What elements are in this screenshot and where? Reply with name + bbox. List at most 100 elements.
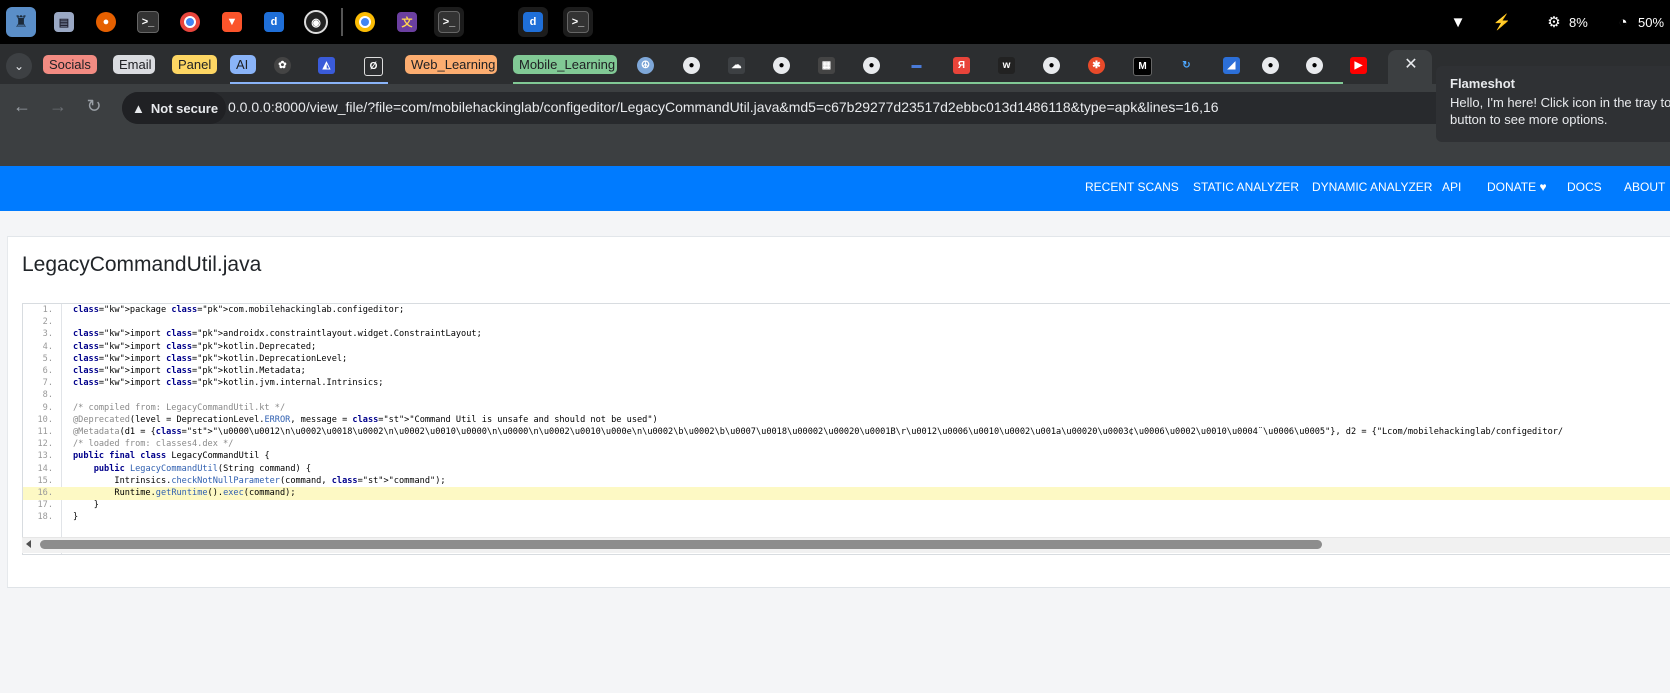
code-text: class="kw">import class="pk">kotlin.Meta… <box>73 366 306 376</box>
launcher-icon[interactable]: ♜ <box>6 7 36 37</box>
cpu-icon: ⚙ <box>1547 14 1561 31</box>
scrollbar-thumb[interactable] <box>40 540 1322 549</box>
git-site-icon[interactable]: ✱ <box>1088 57 1105 74</box>
terminal-icon[interactable]: >_ <box>434 7 464 37</box>
notes-site-icon[interactable]: ▦ <box>818 57 835 74</box>
url-text[interactable]: 0.0.0.0:8000/view_file/?file=com/mobileh… <box>228 99 1219 115</box>
wifi-indicator[interactable]: ▼ <box>1449 0 1473 44</box>
peace-site-icon[interactable]: ☮ <box>637 57 654 74</box>
tab-group-socials[interactable]: Socials <box>43 55 97 74</box>
yandex-icon[interactable]: Я <box>953 57 970 74</box>
chrome-icon[interactable] <box>350 7 380 37</box>
line-number: 11. <box>37 427 53 437</box>
chrome-icon[interactable] <box>175 7 205 37</box>
line-number: 4. <box>42 341 53 352</box>
nav-static-analyzer[interactable]: STATIC ANALYZER <box>1193 180 1299 194</box>
azure-icon[interactable]: ◢ <box>1223 57 1240 74</box>
files-icon[interactable]: ▤ <box>49 7 79 37</box>
code-line: 8. <box>23 389 1670 402</box>
flameshot-notification[interactable]: Flameshot Hello, I'm here! Click icon in… <box>1436 66 1670 142</box>
tab-group-panel[interactable]: Panel <box>172 55 217 74</box>
github-icon[interactable]: ● <box>1262 57 1279 74</box>
code-text: Runtime.getRuntime().exec(command); <box>73 488 296 498</box>
nav-api[interactable]: API <box>1442 180 1461 194</box>
line-number: 18. <box>37 512 53 523</box>
battery-level: 50% <box>1638 14 1665 30</box>
tray-app-indicator[interactable]: ⚡ <box>1493 0 1517 44</box>
jadx-icon[interactable]: d <box>518 7 548 37</box>
code-text: public LegacyCommandUtil(String command)… <box>93 463 312 474</box>
code-line: 9. /* compiled from: LegacyCommandUtil.kt… <box>23 402 1670 415</box>
code-text: class="kw">package class="pk">com.mobile… <box>73 305 405 315</box>
code-line: 10. @Deprecated(level = DeprecationLevel.… <box>23 414 1670 427</box>
taskbar-separator <box>341 8 343 36</box>
line-number: 9. <box>42 402 53 413</box>
tab-group-mobile-learning[interactable]: Mobile_Learning <box>513 55 617 74</box>
line-number: 8. <box>42 390 53 401</box>
code-text: /* compiled from: LegacyCommandUtil.kt *… <box>73 402 286 413</box>
tab-group-email[interactable]: Email <box>113 55 155 74</box>
security-label: Not secure <box>150 100 219 116</box>
terminal-icon[interactable]: >_ <box>563 7 593 37</box>
nav-dynamic-analyzer[interactable]: DYNAMIC ANALYZER <box>1312 180 1432 194</box>
code-text: @Metadata(d1 = {class="st">"\u0000\u0012… <box>73 427 1564 437</box>
openai-icon[interactable]: ✿ <box>274 57 291 74</box>
code-line: 1. class="kw">package class="pk">com.mobi… <box>23 304 1670 317</box>
github-icon[interactable]: ● <box>773 57 790 74</box>
close-tab-button[interactable]: ✕ <box>1400 53 1422 75</box>
deepseek-icon[interactable]: ◭ <box>318 57 335 74</box>
forward-button[interactable]: → <box>44 92 72 120</box>
terminal-icon[interactable]: >_ <box>133 7 163 37</box>
battery-indicator[interactable]: ◔ 50% <box>1614 0 1664 44</box>
code-text: } <box>73 512 79 523</box>
line-number: 6. <box>42 366 53 376</box>
cpu-indicator[interactable]: ⚙ 8% <box>1545 0 1588 44</box>
code-line: 17. } <box>23 499 1670 512</box>
code-text: class="kw">import class="pk">kotlin.Depr… <box>73 341 317 352</box>
dict-icon[interactable]: 文 <box>392 7 422 37</box>
dash-site-icon[interactable]: ▬ <box>908 57 925 74</box>
wifi-icon: ▼ <box>1450 13 1466 31</box>
back-button[interactable]: ← <box>8 92 36 120</box>
github-icon[interactable]: ● <box>863 57 880 74</box>
grok-icon[interactable]: Ø <box>364 57 383 76</box>
code-viewer[interactable]: 1. class="kw">package class="pk">com.mobi… <box>22 303 1670 555</box>
tab-group-ai[interactable]: AI <box>230 55 256 74</box>
youtube-icon[interactable]: ▶ <box>1350 57 1367 74</box>
github-icon[interactable]: ● <box>1043 57 1060 74</box>
github-icon[interactable]: ● <box>1306 57 1323 74</box>
tab-group-label: Panel <box>178 57 212 72</box>
tab-search-button[interactable]: ⌄ <box>6 53 32 79</box>
line-number: 2. <box>42 317 53 328</box>
arrow-right-icon: → <box>49 95 67 116</box>
reload-button[interactable]: ↻ <box>80 92 108 120</box>
brave-icon[interactable]: ▼ <box>217 7 247 37</box>
nav-docs[interactable]: DOCS <box>1567 180 1602 194</box>
firefox-icon[interactable]: ● <box>91 7 121 37</box>
reload-site-icon[interactable]: ↻ <box>1178 57 1195 74</box>
line-number: 1. <box>42 305 53 315</box>
tryhackme-icon[interactable]: ☁ <box>728 57 745 74</box>
nav-recent-scans[interactable]: RECENT SCANS <box>1085 180 1179 194</box>
github-icon[interactable]: ● <box>683 57 700 74</box>
code-line: 4. class="kw">import class="pk">kotlin.De… <box>23 341 1670 354</box>
code-line: 6. class="kw">import class="pk">kotlin.Me… <box>23 365 1670 378</box>
reload-icon: ↻ <box>86 95 102 116</box>
medium-icon[interactable]: M <box>1133 57 1152 76</box>
security-chip[interactable]: ▲ Not secure <box>122 92 227 124</box>
code-line: 3. class="kw">import class="pk">androidx.… <box>23 328 1670 341</box>
nav-donate[interactable]: DONATE ♥ <box>1487 180 1547 194</box>
code-text: Intrinsics.checkNotNullParameter(command… <box>73 475 446 486</box>
line-number: 7. <box>42 378 53 389</box>
nav-about[interactable]: ABOUT <box>1624 180 1665 194</box>
site-icon[interactable]: w <box>998 57 1015 74</box>
code-line: 11. @Metadata(d1 = {class="st">"\u0000\u0… <box>23 426 1670 439</box>
jadx-icon[interactable]: d <box>259 7 289 37</box>
obs-icon[interactable]: ◉ <box>301 7 331 37</box>
scroll-left-arrow[interactable] <box>26 540 31 548</box>
tab-group-web-learning[interactable]: Web_Learning <box>405 55 497 74</box>
flameshot-tray-icon: ⚡ <box>1492 14 1512 31</box>
line-number: 14. <box>37 463 53 474</box>
line-number: 3. <box>42 329 53 340</box>
file-title: LegacyCommandUtil.java <box>22 253 262 276</box>
